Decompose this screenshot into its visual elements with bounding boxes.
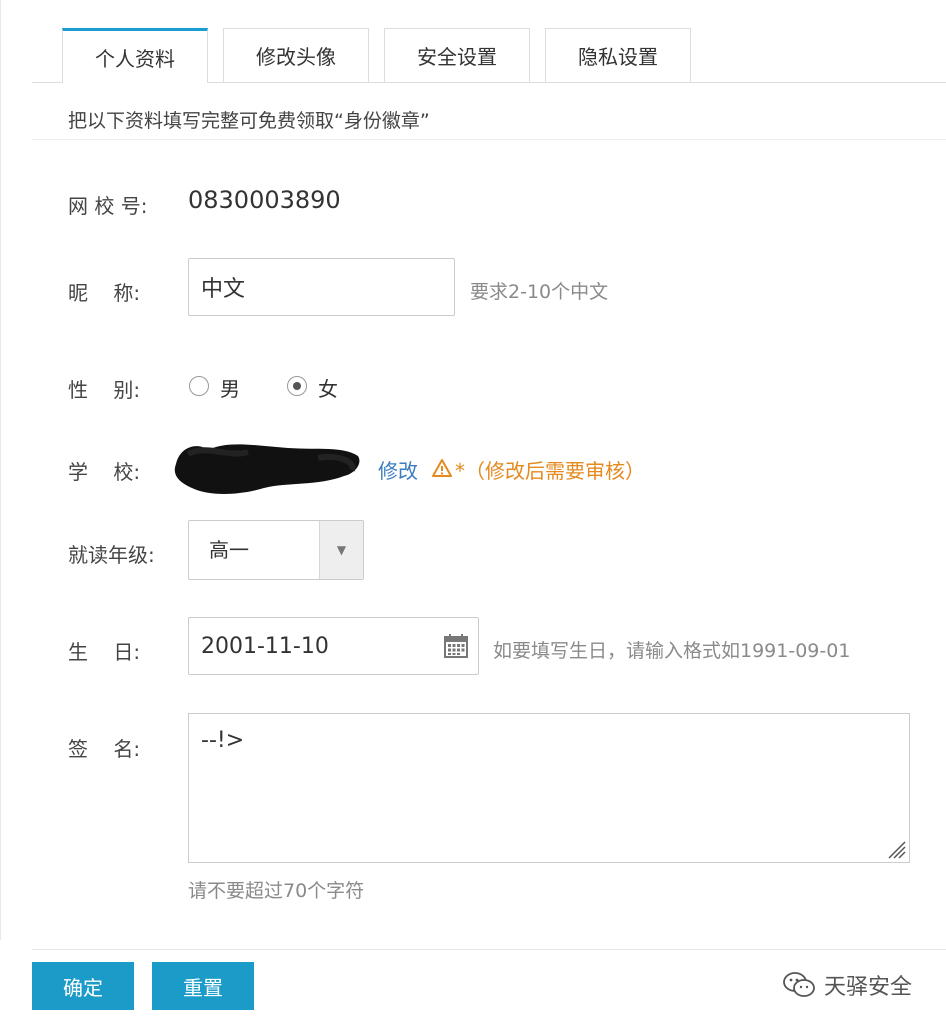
gender-male-radio[interactable] [189,376,209,396]
tab-bar: 个人资料 修改头像 安全设置 隐私设置 [32,28,946,83]
nickname-label: 昵 称: [68,281,141,305]
chevron-down-icon[interactable]: ▼ [319,521,363,579]
tab-avatar[interactable]: 修改头像 [223,28,369,82]
birthday-hint: 如要填写生日，请输入格式如1991-09-01 [493,640,851,662]
watermark: 天驿安全 [782,965,912,1005]
signature-label: 签 名: [68,737,141,761]
signature-value: --!> [201,728,245,753]
resize-handle-icon[interactable] [885,838,907,860]
gender-label: 性 别: [68,378,141,402]
gender-female-label[interactable]: 女 [318,373,338,402]
birthday-label: 生 日: [68,640,141,664]
badge-notice: 把以下资料填写完整可免费领取“身份徽章” [32,100,946,140]
school-id-value: 0830003890 [188,186,341,214]
school-label: 学 校: [68,460,141,484]
profile-page: 个人资料 修改头像 安全设置 隐私设置 把以下资料填写完整可免费领取“身份徽章”… [0,0,946,1024]
tab-profile[interactable]: 个人资料 [62,28,208,83]
nickname-hint: 要求2-10个中文 [470,281,609,303]
school-id-label: 网 校 号: [68,194,148,218]
school-edit-link[interactable]: 修改 [378,455,418,484]
watermark-text: 天驿安全 [824,975,913,1000]
page-border [0,0,1,940]
grade-select[interactable]: 高一 ▼ [188,520,364,580]
calendar-icon[interactable] [444,634,468,658]
tab-privacy[interactable]: 隐私设置 [545,28,691,82]
reset-button[interactable]: 重置 [152,962,254,1010]
confirm-button[interactable]: 确定 [32,962,134,1010]
school-review-warning: *（修改后需要审核） [455,459,645,483]
grade-selected-value: 高一 [209,538,249,562]
signature-textarea[interactable]: --!> [188,713,910,863]
wechat-icon [783,972,815,997]
nickname-value: 中文 [201,277,246,302]
gender-female-radio[interactable] [287,376,307,396]
gender-male-label[interactable]: 男 [220,373,240,402]
warning-icon [432,459,452,477]
birthday-value: 2001-11-10 [201,633,329,659]
birthday-input[interactable]: 2001-11-10 [188,617,479,675]
footer-divider [32,949,946,950]
signature-hint: 请不要超过70个字符 [188,880,365,902]
grade-label: 就读年级: [68,543,155,567]
tab-security[interactable]: 安全设置 [384,28,530,82]
redacted-school-scribble [174,444,360,494]
nickname-input[interactable]: 中文 [188,258,455,316]
